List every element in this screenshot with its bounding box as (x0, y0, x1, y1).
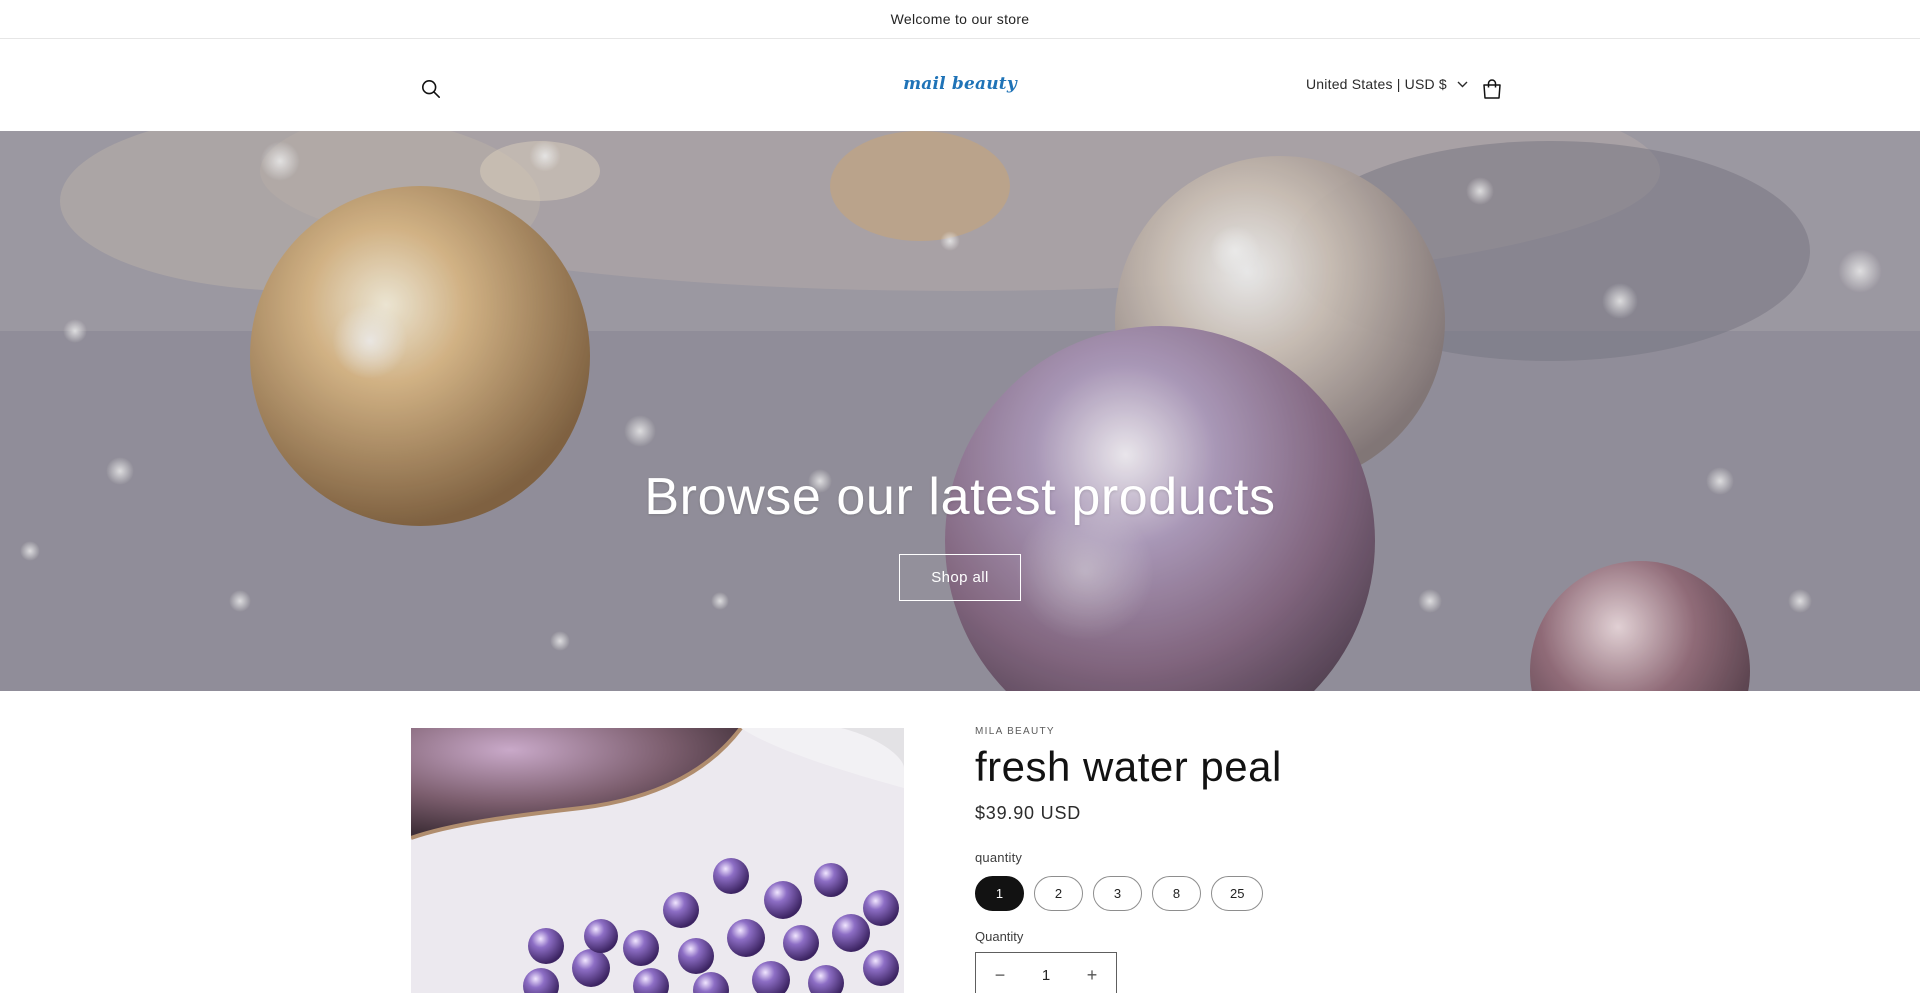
option-label: quantity (975, 850, 1023, 865)
chevron-down-icon (1457, 81, 1468, 87)
store-logo[interactable]: mail beauty (860, 69, 1060, 99)
cart-icon (1483, 79, 1501, 99)
announcement-bar: Welcome to our store (0, 0, 1920, 39)
variant-pill-8[interactable]: 8 (1152, 876, 1201, 911)
quantity-increase-button[interactable]: + (1072, 965, 1112, 986)
product-title: fresh water peal (975, 743, 1282, 790)
currency-label: United States | USD $ (1306, 76, 1447, 92)
product-info: MILA BEAUTY fresh water peal $39.90 USD … (975, 726, 1515, 993)
site-header: mail beauty United States | USD $ (0, 39, 1920, 130)
announcement-text: Welcome to our store (890, 11, 1030, 27)
product-vendor: MILA BEAUTY (975, 726, 1055, 737)
quantity-stepper: − + (975, 952, 1117, 993)
country-currency-selector[interactable]: United States | USD $ (1306, 69, 1468, 99)
quantity-input[interactable] (1026, 966, 1066, 984)
quantity-decrease-button[interactable]: − (980, 965, 1020, 986)
variant-pill-1[interactable]: 1 (975, 876, 1024, 911)
quantity-label: Quantity (975, 929, 1024, 944)
product-image[interactable] (411, 728, 904, 993)
variant-pill-2[interactable]: 2 (1034, 876, 1083, 911)
variant-options: 1 2 3 8 25 (975, 876, 1515, 911)
variant-pill-25[interactable]: 25 (1211, 876, 1264, 911)
shop-all-button[interactable]: Shop all (899, 554, 1021, 601)
product-photo (411, 728, 904, 993)
variant-pill-3[interactable]: 3 (1093, 876, 1142, 911)
cart-button[interactable] (1472, 69, 1512, 109)
search-icon (421, 79, 441, 99)
product-price: $39.90 USD (975, 803, 1082, 823)
hero-banner: Browse our latest products Shop all (0, 131, 1920, 691)
hero-title: Browse our latest products (644, 468, 1276, 526)
hero-background-image (0, 131, 1920, 691)
search-button[interactable] (411, 69, 451, 109)
